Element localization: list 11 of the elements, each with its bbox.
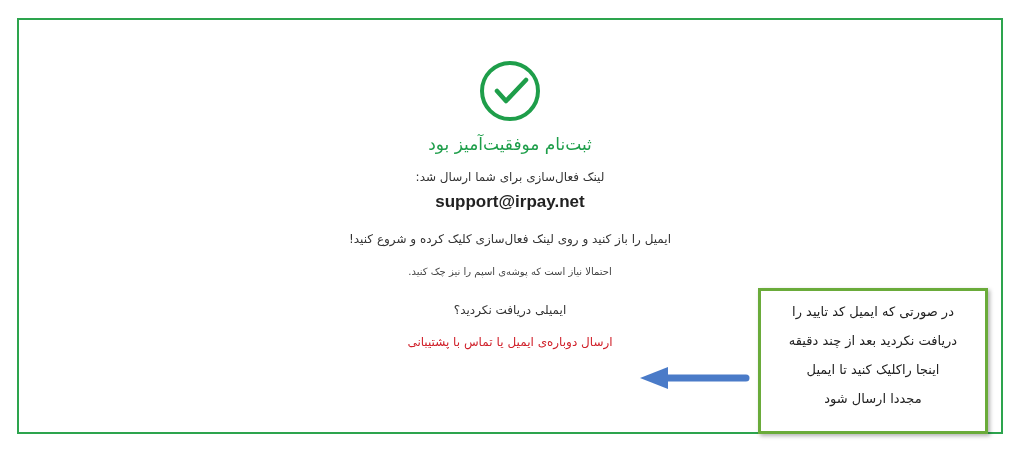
question-text: ایمیلی دریافت نکردید؟: [453, 303, 567, 317]
contact-support-link[interactable]: تماس با پشتیبانی: [407, 335, 493, 349]
resend-email-link[interactable]: ارسال دوباره‌ی ایمیل: [507, 335, 613, 349]
arrow-icon: [638, 366, 750, 390]
separator-text: یا: [496, 335, 504, 349]
instruction-text: ایمیل را باز کنید و روی لینک فعال‌سازی کلیک کرده و شروع کنید!: [349, 232, 671, 246]
success-title: ثبت‌نام موفقیت‌آمیز بود: [428, 134, 592, 154]
email-address: support@irpay.net: [435, 192, 585, 212]
spam-note: احتمالا نیاز است که پوشه‌ی اسپم را نیز چک کنید.: [408, 266, 612, 277]
callout-note: در صورتی که ایمیل کد تایید را دریافت نکردید بعد از چند دقیقه اینجا راکلیک کنید تا ایمیل مجددا ارسال شود: [758, 288, 988, 434]
message-text: لینک فعال‌سازی برای شما ارسال شد:: [415, 170, 605, 184]
